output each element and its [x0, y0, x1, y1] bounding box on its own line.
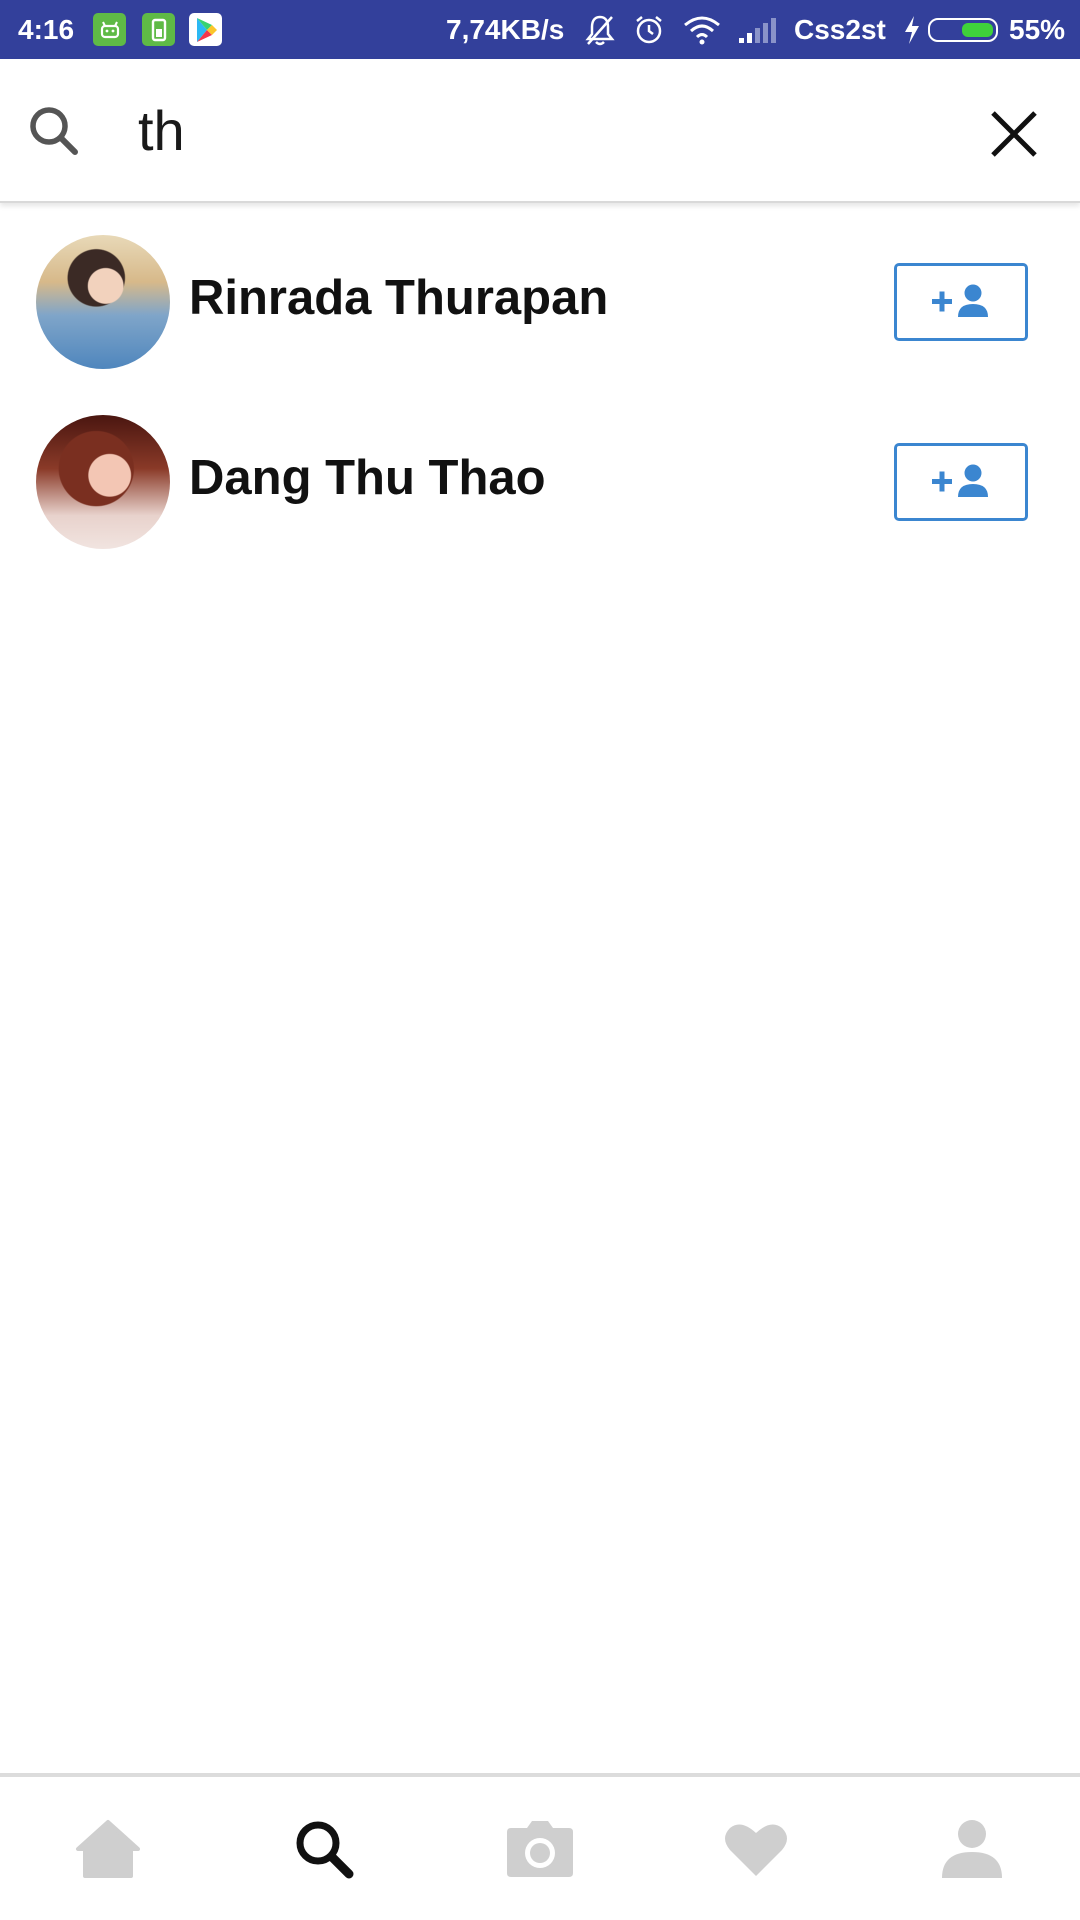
bell-off-icon: [584, 0, 616, 59]
signal-icon: [737, 0, 777, 59]
avatar[interactable]: [36, 235, 170, 369]
add-person-icon: [932, 284, 988, 317]
person-icon: [942, 1819, 1002, 1878]
nav-home[interactable]: [0, 1777, 216, 1920]
network-speed: 7,74KB/s: [446, 13, 565, 45]
list-item[interactable]: Rinrada Thurapan: [0, 216, 1080, 396]
search-icon: [296, 1821, 354, 1878]
list-item[interactable]: Dang Thu Thao: [0, 396, 1080, 576]
bottom-navigation: [0, 1773, 1080, 1920]
camera-icon: [507, 1820, 573, 1877]
home-icon: [76, 1819, 140, 1878]
wifi-icon: [682, 0, 722, 59]
nav-profile[interactable]: [864, 1777, 1080, 1920]
add-person-icon: [932, 464, 988, 497]
play-store-icon: [189, 0, 222, 59]
carrier-name: Css2st: [794, 13, 886, 45]
avatar[interactable]: [36, 415, 170, 549]
android-app-icon: [93, 0, 126, 59]
battery-icon: [928, 0, 998, 59]
heart-icon: [725, 1823, 787, 1876]
charging-bolt-icon: [902, 0, 922, 59]
clear-search-button[interactable]: [982, 102, 1046, 166]
user-name[interactable]: Rinrada Thurapan: [189, 270, 608, 326]
status-bar: 4:16 7,74KB/s Css2st 55%: [0, 0, 1080, 59]
alarm-icon: [633, 0, 665, 59]
nav-search[interactable]: [216, 1777, 432, 1920]
search-bar: [0, 59, 1080, 203]
close-icon: [991, 111, 1037, 157]
status-time: 4:16: [18, 13, 75, 45]
search-results-list: Rinrada Thurapan Dang Thu Thao: [0, 216, 1080, 576]
user-name[interactable]: Dang Thu Thao: [189, 450, 546, 506]
add-friend-button[interactable]: [894, 443, 1028, 521]
search-icon: [28, 105, 80, 157]
battery-app-icon: [142, 0, 175, 59]
nav-camera[interactable]: [432, 1777, 648, 1920]
search-input[interactable]: [138, 89, 938, 171]
add-friend-button[interactable]: [894, 263, 1028, 341]
nav-activity[interactable]: [648, 1777, 864, 1920]
battery-percent: 55%: [1009, 13, 1066, 45]
